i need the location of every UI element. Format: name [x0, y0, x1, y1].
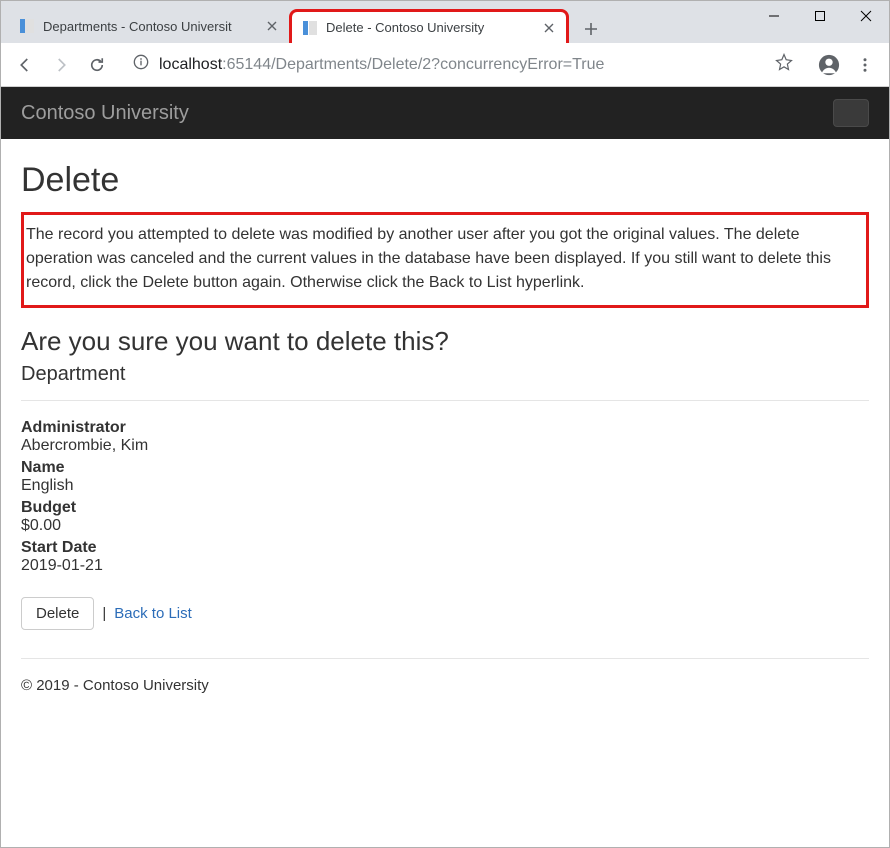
tab-strip: Departments - Contoso Universit Delete -…: [1, 1, 605, 43]
profile-icon[interactable]: [813, 49, 845, 81]
maximize-button[interactable]: [797, 1, 843, 31]
star-icon[interactable]: [775, 53, 793, 76]
field-value-budget: $0.00: [21, 517, 869, 535]
browser-toolbar: localhost:65144/Departments/Delete/2?con…: [1, 43, 889, 87]
page-favicon-icon: [302, 20, 318, 36]
close-window-button[interactable]: [843, 1, 889, 31]
tab-title: Delete - Contoso University: [326, 20, 534, 35]
error-message: The record you attempted to delete was m…: [26, 223, 860, 295]
minimize-button[interactable]: [751, 1, 797, 31]
concurrency-error-alert: The record you attempted to delete was m…: [21, 212, 869, 308]
window-controls: [751, 1, 889, 33]
back-to-list-link[interactable]: Back to List: [114, 605, 192, 622]
hamburger-icon[interactable]: [833, 99, 869, 127]
separator-pipe: |: [102, 605, 106, 622]
details-list: Administrator Abercrombie, Kim Name Engl…: [21, 419, 869, 575]
kebab-menu-icon[interactable]: [849, 49, 881, 81]
close-icon[interactable]: [542, 21, 556, 35]
tab-delete-active[interactable]: Delete - Contoso University: [289, 9, 569, 43]
tab-departments[interactable]: Departments - Contoso Universit: [9, 9, 289, 43]
field-value-startdate: 2019-01-21: [21, 557, 869, 575]
close-icon[interactable]: [265, 19, 279, 33]
page-favicon-icon: [19, 18, 35, 34]
field-label-budget: Budget: [21, 499, 869, 517]
divider: [21, 658, 869, 659]
field-value-administrator: Abercrombie, Kim: [21, 437, 869, 455]
forward-button[interactable]: [45, 49, 77, 81]
field-label-startdate: Start Date: [21, 539, 869, 557]
site-info-icon[interactable]: [133, 54, 149, 75]
title-bar: Departments - Contoso Universit Delete -…: [1, 1, 889, 43]
divider: [21, 400, 869, 401]
confirm-heading: Are you sure you want to delete this?: [21, 326, 869, 357]
back-button[interactable]: [9, 49, 41, 81]
field-label-administrator: Administrator: [21, 419, 869, 437]
url-text: localhost:65144/Departments/Delete/2?con…: [159, 56, 765, 74]
field-value-name: English: [21, 477, 869, 495]
new-tab-button[interactable]: [577, 15, 605, 43]
delete-button[interactable]: Delete: [21, 597, 94, 630]
entity-name: Department: [21, 363, 869, 386]
address-bar[interactable]: localhost:65144/Departments/Delete/2?con…: [123, 50, 803, 80]
browser-window: Departments - Contoso Universit Delete -…: [0, 0, 890, 848]
footer-text: © 2019 - Contoso University: [21, 677, 869, 694]
tab-title: Departments - Contoso Universit: [43, 19, 257, 34]
field-label-name: Name: [21, 459, 869, 477]
reload-button[interactable]: [81, 49, 113, 81]
form-actions: Delete | Back to List: [21, 597, 869, 630]
page-viewport: Contoso University Delete The record you…: [1, 87, 889, 847]
page-heading: Delete: [21, 161, 869, 200]
page-container: Delete The record you attempted to delet…: [1, 139, 889, 714]
site-navbar: Contoso University: [1, 87, 889, 139]
brand-title[interactable]: Contoso University: [21, 102, 189, 125]
